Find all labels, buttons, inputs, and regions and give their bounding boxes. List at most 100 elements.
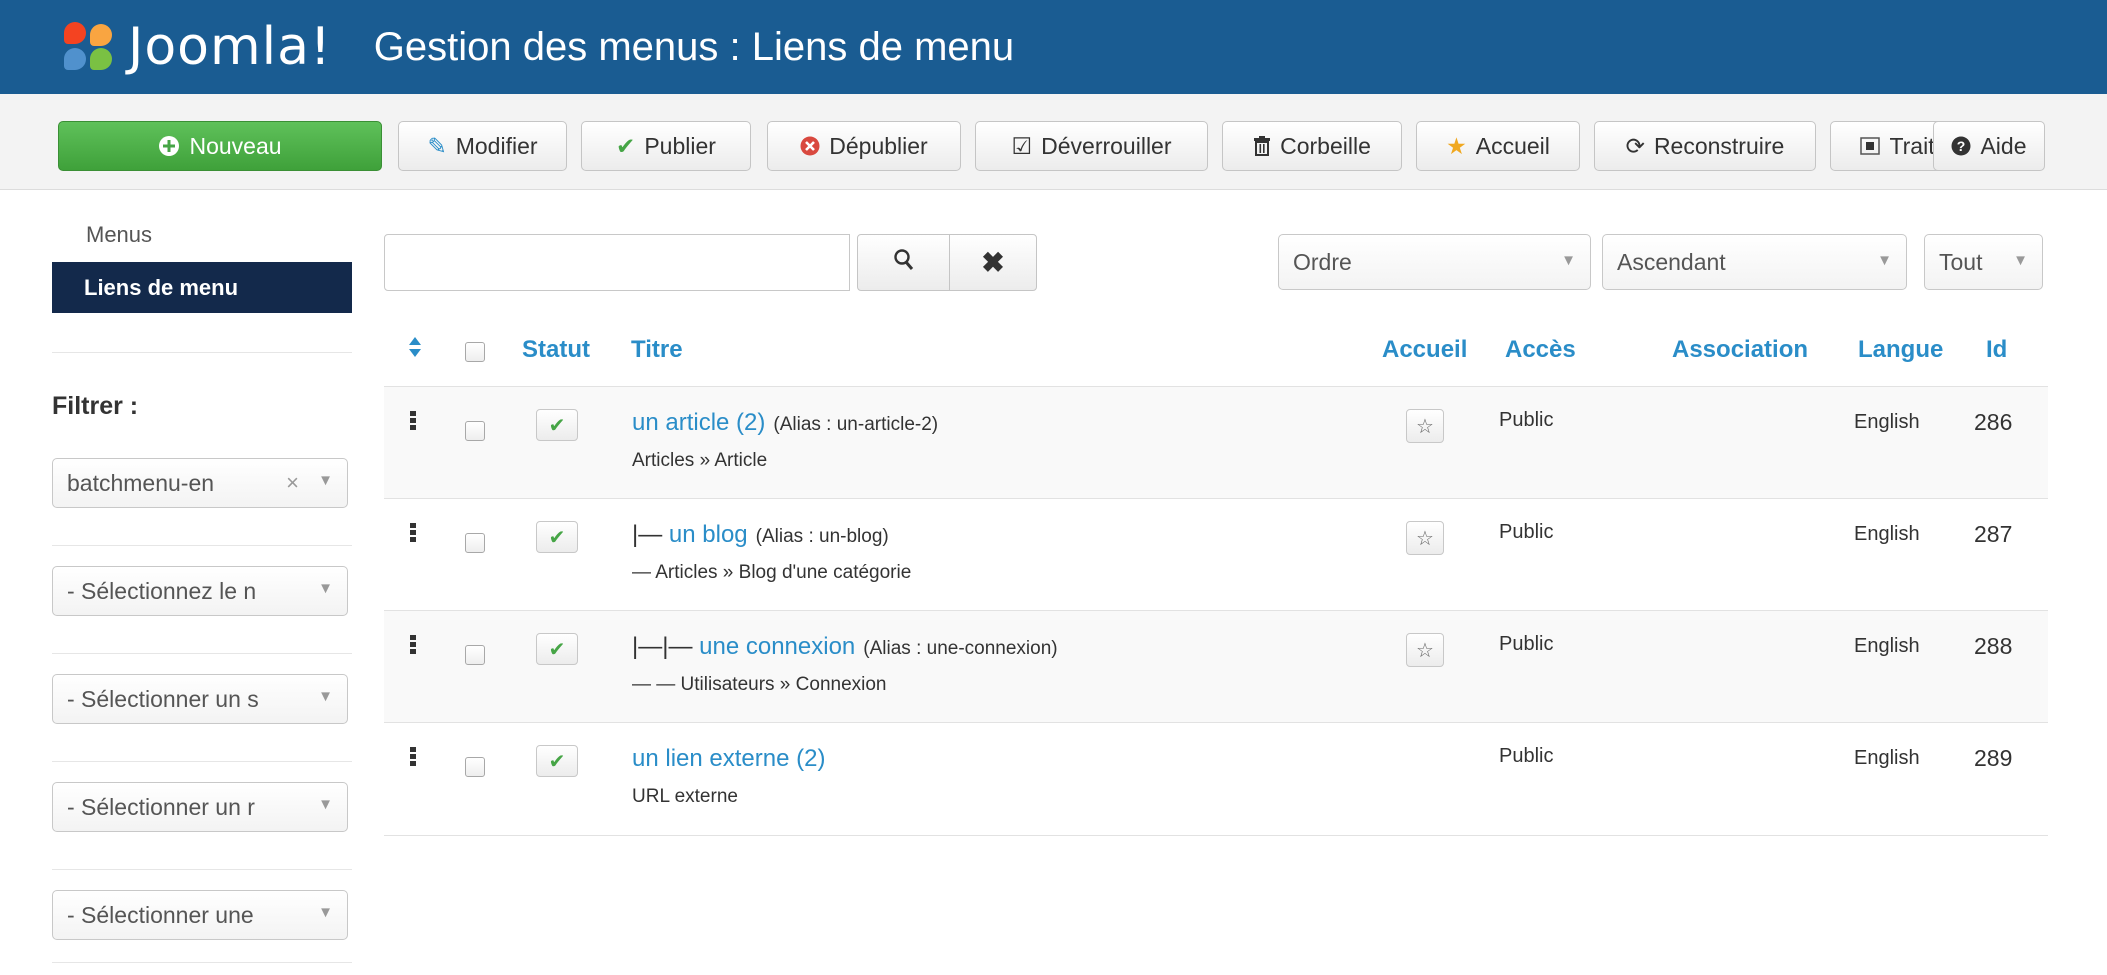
table-row: ✔ |— un blog (Alias : un-blog) — Articles… xyxy=(384,498,2048,610)
sidebar-item-menus[interactable]: Menus xyxy=(52,222,352,248)
trash-icon xyxy=(1253,136,1271,156)
sort-order-value: Ordre xyxy=(1293,248,1352,275)
sidebar-divider xyxy=(52,962,352,963)
level-prefix: |—|— xyxy=(632,633,700,660)
edit-icon: ✎ xyxy=(427,132,447,159)
drag-handle-icon[interactable] xyxy=(410,523,416,544)
plus-circle-icon xyxy=(158,135,180,157)
trash-button-label: Corbeille xyxy=(1280,132,1371,159)
search-button[interactable] xyxy=(857,234,950,291)
drag-handle-icon[interactable] xyxy=(410,747,416,768)
item-title-link[interactable]: un lien externe (2) xyxy=(632,745,825,772)
drag-handle-icon[interactable] xyxy=(410,635,416,656)
toolbar: Nouveau ✎ Modifier ✔ Publier Dépublier ☑… xyxy=(0,94,2107,190)
item-title-link[interactable]: une connexion xyxy=(699,633,855,660)
column-title[interactable]: Titre xyxy=(631,336,683,364)
chevron-down-icon: ▼ xyxy=(318,904,333,921)
published-toggle[interactable]: ✔ xyxy=(536,633,578,665)
joomla-logo[interactable]: Joomla! xyxy=(58,0,332,94)
item-access: Public xyxy=(1499,745,1554,767)
item-title-link[interactable]: un article (2) xyxy=(632,409,765,436)
column-association[interactable]: Association xyxy=(1672,336,1808,364)
unpublish-button[interactable]: Dépublier xyxy=(767,121,961,171)
new-button[interactable]: Nouveau xyxy=(58,121,382,171)
item-alias: (Alias : un-article-2) xyxy=(773,414,939,435)
row-checkbox[interactable] xyxy=(465,421,485,441)
publish-button-label: Publier xyxy=(644,132,716,159)
column-language[interactable]: Langue xyxy=(1858,336,1943,364)
select-all-checkbox[interactable] xyxy=(465,342,485,362)
filter-menu-select[interactable]: batchmenu-en × ▼ xyxy=(52,458,348,508)
filter-level-select[interactable]: - Sélectionnez le n ▼ xyxy=(52,566,348,616)
sidebar-item-menu-items[interactable]: Liens de menu xyxy=(52,262,352,313)
help-button-label: Aide xyxy=(1980,132,2027,159)
sort-order-select[interactable]: Ordre ▼ xyxy=(1278,234,1591,290)
list-limit-select[interactable]: Tout ▼ xyxy=(1924,234,2043,290)
item-id: 286 xyxy=(1974,409,2013,435)
filter-menu-value: batchmenu-en xyxy=(67,469,215,496)
chevron-down-icon: ▼ xyxy=(318,796,333,813)
table-bottom-border xyxy=(384,835,2048,836)
item-access: Public xyxy=(1499,633,1554,655)
filter-status-select[interactable]: - Sélectionner un s ▼ xyxy=(52,674,348,724)
batch-icon xyxy=(1860,137,1881,155)
joomla-logo-icon xyxy=(58,16,120,78)
clear-icon[interactable]: × xyxy=(286,470,299,496)
item-language: English xyxy=(1854,523,1920,545)
published-toggle[interactable]: ✔ xyxy=(536,409,578,441)
item-language: English xyxy=(1854,747,1920,769)
column-id[interactable]: Id xyxy=(1986,336,2007,364)
published-toggle[interactable]: ✔ xyxy=(536,745,578,777)
checkbox-icon: ☑ xyxy=(1011,132,1033,159)
checkin-button[interactable]: ☑ Déverrouiller xyxy=(975,121,1208,171)
sort-direction-select[interactable]: Ascendant ▼ xyxy=(1602,234,1907,290)
search-input[interactable] xyxy=(384,234,850,291)
filter-access-select[interactable]: - Sélectionner un r ▼ xyxy=(52,782,348,832)
new-button-label: Nouveau xyxy=(189,132,282,159)
unpublish-button-label: Dépublier xyxy=(829,132,928,159)
chevron-down-icon: ▼ xyxy=(1561,252,1576,269)
column-status[interactable]: Statut xyxy=(522,336,590,364)
home-button[interactable]: ★ Accueil xyxy=(1416,121,1580,171)
page-title: Gestion des menus : Liens de menu xyxy=(373,24,1015,69)
chevron-down-icon: ▼ xyxy=(2013,252,2028,269)
drag-handle-icon[interactable] xyxy=(410,411,416,432)
table-row: ✔ un article (2) (Alias : un-article-2) A… xyxy=(384,386,2048,498)
set-home-button[interactable]: ☆ xyxy=(1406,633,1444,667)
table-row: ✔ un lien externe (2) URL externe Public… xyxy=(384,722,2048,834)
close-icon: ✖ xyxy=(981,247,1005,278)
filter-access-value: - Sélectionner un r xyxy=(67,793,255,820)
item-language: English xyxy=(1854,411,1920,433)
clear-search-button[interactable]: ✖ xyxy=(949,234,1037,291)
edit-button[interactable]: ✎ Modifier xyxy=(398,121,567,171)
item-id: 287 xyxy=(1974,521,2013,547)
publish-button[interactable]: ✔ Publier xyxy=(581,121,751,171)
row-checkbox[interactable] xyxy=(465,533,485,553)
filter-language-select[interactable]: - Sélectionner une ▼ xyxy=(52,890,348,940)
check-icon: ✔ xyxy=(548,750,566,773)
filter-level-value: - Sélectionnez le n xyxy=(67,577,257,604)
published-toggle[interactable]: ✔ xyxy=(536,521,578,553)
column-home[interactable]: Accueil xyxy=(1382,336,1467,364)
checkin-button-label: Déverrouiller xyxy=(1041,132,1172,159)
item-title-link[interactable]: un blog xyxy=(669,521,748,548)
rebuild-button[interactable]: ⟳ Reconstruire xyxy=(1594,121,1816,171)
star-outline-icon: ☆ xyxy=(1416,527,1434,550)
set-home-button[interactable]: ☆ xyxy=(1406,409,1444,443)
item-access: Public xyxy=(1499,521,1554,543)
trash-button[interactable]: Corbeille xyxy=(1222,121,1402,171)
set-home-button[interactable]: ☆ xyxy=(1406,521,1444,555)
row-checkbox[interactable] xyxy=(465,757,485,777)
row-checkbox[interactable] xyxy=(465,645,485,665)
x-circle-icon xyxy=(800,136,820,156)
chevron-down-icon: ▼ xyxy=(318,580,333,597)
rebuild-button-label: Reconstruire xyxy=(1653,132,1785,159)
help-button[interactable]: ? Aide xyxy=(1933,121,2045,171)
ordering-sort-icon[interactable] xyxy=(408,336,422,365)
item-title: un lien externe (2) xyxy=(632,745,833,773)
check-icon: ✔ xyxy=(548,414,566,437)
column-access[interactable]: Accès xyxy=(1505,336,1576,364)
item-title: |—|— une connexion (Alias : une-connexion… xyxy=(632,633,1058,661)
star-outline-icon: ☆ xyxy=(1416,415,1434,438)
edit-button-label: Modifier xyxy=(455,132,538,159)
